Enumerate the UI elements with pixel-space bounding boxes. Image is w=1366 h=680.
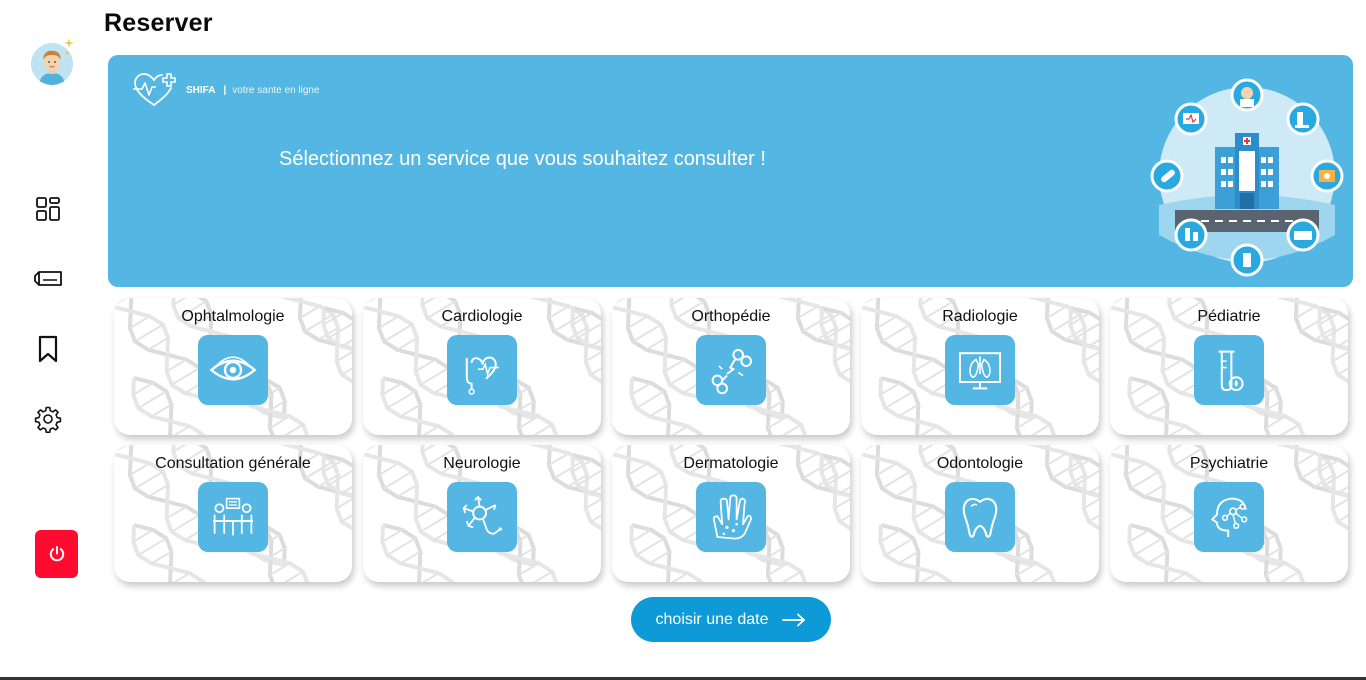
sidebar-item-settings[interactable] (33, 404, 63, 434)
service-card[interactable]: Radiologie (861, 298, 1099, 435)
app-root: Reserver SHIFA | votre sante en ligne Sé… (0, 0, 1366, 680)
bookmark-icon (38, 335, 58, 363)
banner-message: Sélectionnez un service que vous souhait… (279, 148, 766, 170)
service-card[interactable]: Neurologie (363, 445, 601, 582)
eye-icon (209, 356, 257, 381)
service-card-label: Odontologie (936, 455, 1024, 472)
service-icon-box (945, 482, 1015, 552)
test-tube-icon (1218, 350, 1244, 392)
sidebar-item-dashboard[interactable] (33, 194, 63, 224)
brand-logo: SHIFA | votre sante en ligne (132, 71, 320, 109)
service-card[interactable]: Odontologie (861, 445, 1099, 582)
choose-date-label: choisir une date (655, 610, 769, 628)
service-card-label: Pédiatrie (1197, 308, 1261, 325)
arrow-right-icon (782, 613, 806, 626)
service-card[interactable]: Dermatologie (612, 445, 850, 582)
service-icon-box (1194, 335, 1264, 405)
sidebar-item-tickets[interactable] (33, 264, 63, 294)
power-icon (49, 546, 64, 562)
hospital-illustration (1150, 78, 1344, 277)
ticket-icon (34, 271, 62, 286)
brand-separator: | (223, 84, 227, 96)
service-card[interactable]: Consultation générale (114, 445, 352, 582)
service-card[interactable]: Ophtalmologie (114, 298, 352, 435)
gear-icon (34, 406, 62, 433)
mind-icon (1211, 497, 1248, 537)
service-card[interactable]: Pédiatrie (1110, 298, 1348, 435)
page-title: Reserver (104, 9, 213, 37)
service-icon-box (447, 482, 517, 552)
sparkle-icon (64, 38, 74, 55)
service-icon-box (198, 482, 268, 552)
service-card-label: Cardiologie (441, 308, 523, 325)
service-icon-box (696, 335, 766, 405)
service-icon-box (945, 335, 1015, 405)
brand-tagline: votre sante en ligne (232, 84, 320, 96)
service-card-label: Neurologie (443, 455, 521, 472)
service-card-label: Consultation générale (155, 455, 311, 472)
heart-stethoscope-icon (465, 356, 499, 395)
consultation-icon (213, 497, 253, 536)
logout-button[interactable] (35, 530, 78, 578)
service-card[interactable]: Psychiatrie (1110, 445, 1348, 582)
dashboard-icon (36, 197, 60, 221)
service-icon-box (1194, 482, 1264, 552)
service-icon-box (696, 482, 766, 552)
skin-hand-icon (712, 494, 752, 540)
service-card-label: Radiologie (942, 308, 1018, 325)
xray-monitor-icon (959, 352, 1001, 390)
heart-pulse-logo-icon (133, 73, 176, 106)
service-card-label: Dermatologie (683, 455, 779, 472)
neuron-icon (462, 495, 502, 535)
sidebar-item-bookmarks[interactable] (33, 334, 63, 364)
tooth-icon (962, 497, 998, 538)
service-card-label: Psychiatrie (1189, 455, 1269, 472)
broken-bone-icon (711, 349, 752, 395)
service-icon-box (198, 335, 268, 405)
service-icon-box (447, 335, 517, 405)
sidebar (0, 0, 100, 680)
brand-name: SHIFA (186, 84, 216, 96)
hero-banner: SHIFA | votre sante en ligne Sélectionne… (108, 55, 1353, 287)
service-card-label: Ophtalmologie (181, 308, 285, 325)
choose-date-button[interactable]: choisir une date (631, 597, 831, 642)
service-card[interactable]: Cardiologie (363, 298, 601, 435)
service-card-label: Orthopédie (691, 308, 771, 325)
service-card[interactable]: Orthopédie (612, 298, 850, 435)
